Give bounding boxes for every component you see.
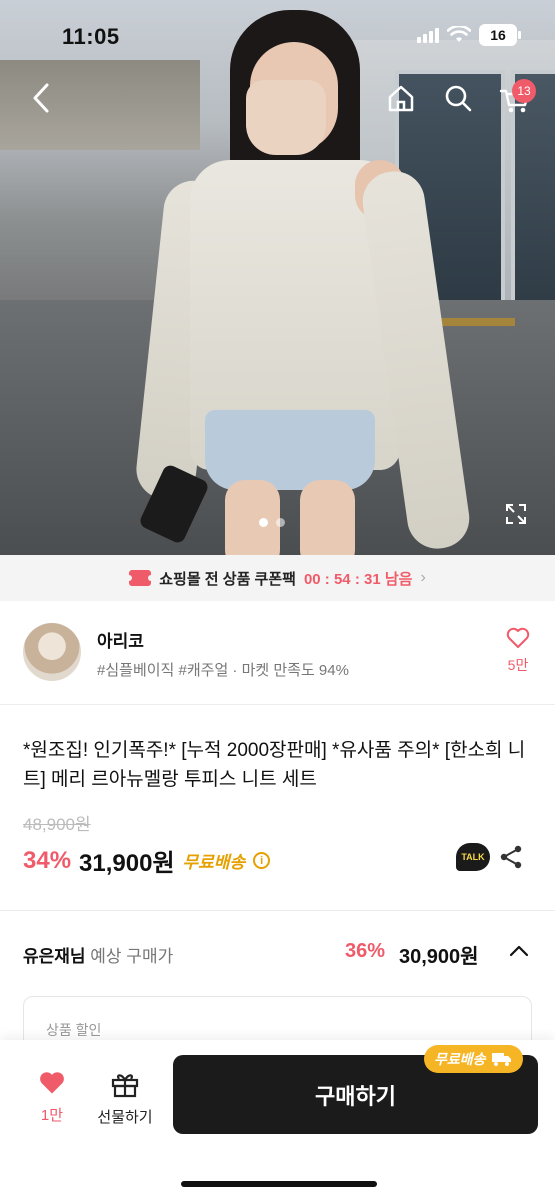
like-count: 1만: [40, 1107, 64, 1124]
home-icon[interactable]: [385, 82, 417, 114]
heart-icon: [40, 1072, 64, 1094]
free-shipping-badge: 무료배송: [424, 1045, 523, 1073]
info-icon[interactable]: i: [253, 852, 271, 869]
model-mask: [246, 80, 326, 155]
expected-price: 30,900원: [399, 946, 479, 968]
wifi-icon: [447, 26, 471, 42]
original-price: 48,900원: [23, 815, 91, 834]
seller-name[interactable]: 아리코: [97, 627, 144, 652]
seller-tags: #심플베이직 #캐주얼 · 마켓 만족도 94%: [97, 662, 349, 679]
expand-icon[interactable]: [503, 501, 529, 527]
back-icon[interactable]: [26, 82, 56, 114]
model-leg-right: [300, 480, 355, 555]
coupon-banner[interactable]: 쇼핑몰 전 상품 쿠폰팩 00 : 54 : 31 남음 ›: [0, 555, 555, 601]
ship-badge-label: 무료배송: [434, 1051, 486, 1067]
seller-section[interactable]: 아리코 #심플베이직 #캐주얼 · 마켓 만족도 94% 5만: [0, 601, 555, 705]
expected-price-row[interactable]: 유은재님 예상 구매가 36% 30,900원: [0, 928, 555, 980]
sale-price: 31,900원: [79, 850, 175, 877]
expected-price-label: 유은재님 예상 구매가: [23, 942, 173, 967]
seller-avatar[interactable]: [23, 623, 81, 681]
battery-level: 16: [490, 27, 506, 43]
truck-icon: [491, 1053, 511, 1066]
pager-dot: [276, 518, 285, 527]
gift-icon: [111, 1074, 139, 1098]
user-name: 유은재님: [23, 947, 86, 966]
signal-icon: [417, 27, 439, 43]
chevron-right-icon: ›: [420, 569, 426, 586]
gift-label: 선물하기: [97, 1109, 153, 1126]
free-shipping-label: 무료배송: [182, 853, 246, 872]
seller-like-button[interactable]: 5만: [500, 627, 536, 675]
seller-like-count: 5만: [507, 657, 529, 673]
chevron-up-icon[interactable]: [508, 940, 530, 967]
coupon-text: 쇼핑몰 전 상품 쿠폰팩: [159, 570, 296, 588]
talk-icon[interactable]: TALK: [456, 843, 490, 871]
status-time: 11:05: [62, 24, 120, 49]
heart-icon: [506, 627, 530, 648]
home-indicator: [181, 1181, 377, 1187]
share-icon[interactable]: [498, 844, 524, 875]
price-row: 34% 31,900원 무료배송 i: [23, 843, 271, 878]
battery-icon: 16: [479, 24, 521, 46]
search-icon[interactable]: [442, 82, 474, 114]
discount-card-label: 상품 할인: [46, 1022, 102, 1038]
divider: [0, 910, 555, 911]
model-shorts: [205, 410, 375, 490]
expected-discount: 36%: [345, 940, 386, 962]
cart-count-badge: 13: [512, 79, 536, 103]
product-title: *원조집! 인기폭주!* [누적 2000장판매] *유사품 주의* [한소희 …: [23, 740, 526, 790]
like-button[interactable]: 1만: [34, 1070, 70, 1125]
pager-dot-active: [259, 518, 268, 527]
discount-rate: 34%: [23, 846, 72, 874]
coupon-timer: 00 : 54 : 31 남음: [303, 570, 413, 588]
gift-button[interactable]: 선물하기: [92, 1070, 158, 1127]
image-pager: [259, 518, 285, 527]
expected-label-text: 예상 구매가: [90, 947, 174, 966]
coupon-icon: [126, 570, 155, 586]
bottom-action-bar: 1만 선물하기 구매하기 무료배송: [0, 1040, 555, 1200]
status-icons: 16: [417, 24, 521, 46]
